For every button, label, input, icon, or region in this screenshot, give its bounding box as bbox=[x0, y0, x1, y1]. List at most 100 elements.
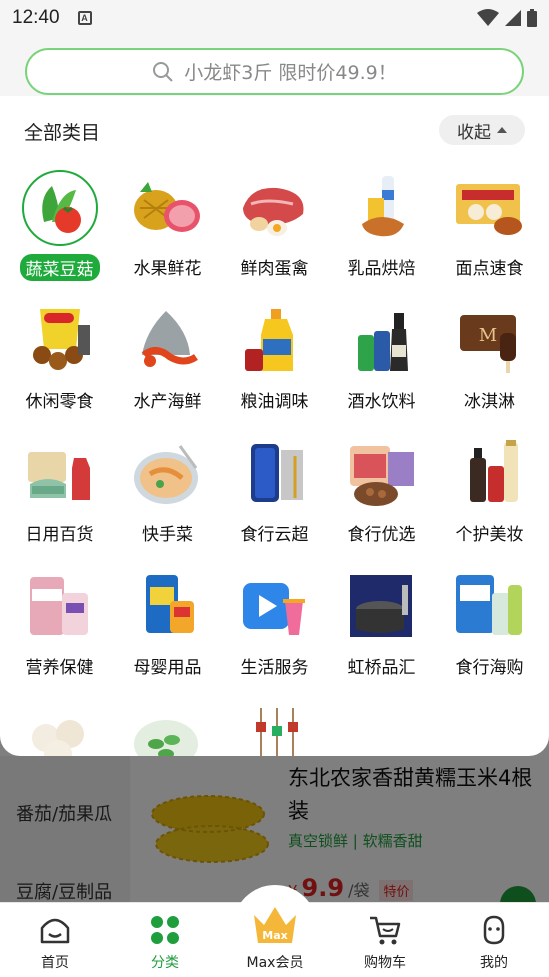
svg-text:M: M bbox=[478, 325, 496, 346]
nav-category[interactable]: 分类 bbox=[110, 903, 220, 977]
category-label: 日用百货 bbox=[25, 525, 94, 545]
nav-label: 我的 bbox=[480, 955, 508, 971]
nav-profile[interactable]: 我的 bbox=[439, 903, 549, 977]
category-item-partial-2[interactable] bbox=[114, 700, 221, 756]
category-item-cloud-supermarket[interactable]: 食行云超 bbox=[221, 434, 328, 567]
beans-icon bbox=[130, 702, 206, 756]
seafood-icon bbox=[130, 303, 206, 379]
selected-goods-icon bbox=[344, 436, 420, 512]
category-item-noodles[interactable]: 面点速食 bbox=[436, 168, 543, 301]
status-time: 12:40 bbox=[12, 7, 60, 28]
category-item-household[interactable]: 日用百货 bbox=[6, 434, 113, 567]
notification-a-icon: A bbox=[77, 11, 92, 25]
category-label: 粮油调味 bbox=[240, 392, 309, 412]
baby-products-icon bbox=[130, 569, 206, 645]
category-label: 食行云超 bbox=[240, 525, 309, 545]
cooker-icon bbox=[344, 569, 420, 645]
category-label: 营养保健 bbox=[25, 658, 94, 678]
category-label: 快手菜 bbox=[142, 525, 193, 545]
category-label: 个护美妆 bbox=[455, 525, 524, 545]
category-item-personal-care[interactable]: 个护美妆 bbox=[436, 434, 543, 567]
drinks-icon bbox=[344, 303, 420, 379]
nav-max-member[interactable]: Max Max会员 bbox=[220, 903, 330, 977]
skewers-icon bbox=[237, 702, 313, 756]
category-label: 酒水饮料 bbox=[347, 392, 416, 412]
bottom-nav: 首页 分类 Max Max会员 购物车 我的 bbox=[0, 885, 549, 977]
profile-icon bbox=[476, 913, 512, 947]
category-item-selected-goods[interactable]: 食行优选 bbox=[328, 434, 435, 567]
category-item-fruit[interactable]: 水果鲜花 bbox=[114, 168, 221, 301]
fruit-icon bbox=[130, 170, 206, 246]
category-label: 食行海购 bbox=[455, 658, 524, 678]
bun-package-icon bbox=[452, 170, 528, 246]
nav-home[interactable]: 首页 bbox=[0, 903, 110, 977]
category-label: 水果鲜花 bbox=[133, 259, 202, 279]
home-icon bbox=[37, 913, 73, 947]
category-item-snacks[interactable]: 休闲零食 bbox=[6, 301, 113, 434]
nav-label: 分类 bbox=[151, 955, 179, 971]
household-icon bbox=[22, 436, 98, 512]
category-label: 蔬菜豆菇 bbox=[19, 254, 100, 281]
category-label: 水产海鲜 bbox=[133, 392, 202, 412]
category-item-dairy[interactable]: 乳品烘焙 bbox=[328, 168, 435, 301]
search-input[interactable]: 小龙虾3斤 限时价49.9！ bbox=[25, 48, 524, 95]
max-badge-text: Max bbox=[262, 929, 287, 942]
status-bar: 12:40 A bbox=[0, 0, 549, 36]
nav-cart[interactable]: 购物车 bbox=[330, 903, 440, 977]
category-item-partial-3[interactable] bbox=[221, 700, 328, 756]
life-service-icon bbox=[237, 569, 313, 645]
search-placeholder: 小龙虾3斤 限时价49.9！ bbox=[184, 62, 397, 84]
category-label: 食行优选 bbox=[347, 525, 416, 545]
search-area: 小龙虾3斤 限时价49.9！ bbox=[0, 36, 549, 98]
signal-icon bbox=[505, 10, 521, 26]
category-item-life-service[interactable]: 生活服务 bbox=[221, 567, 328, 700]
category-item-overseas[interactable]: 食行海购 bbox=[436, 567, 543, 700]
category-panel: 全部类目 收起 蔬菜豆菇 水果鲜花 鲜肉蛋禽 乳品烘焙 面点速食 休闲零食 水产… bbox=[0, 96, 549, 756]
meat-icon bbox=[237, 170, 313, 246]
vegetable-icon bbox=[21, 170, 98, 246]
category-label: 母婴用品 bbox=[133, 658, 202, 678]
max-crown-icon: Max bbox=[250, 903, 300, 947]
collapse-button[interactable]: 收起 bbox=[439, 115, 525, 145]
supplement-icon bbox=[22, 569, 98, 645]
category-item-vegetables[interactable]: 蔬菜豆菇 bbox=[6, 168, 113, 301]
wifi-icon bbox=[477, 9, 499, 26]
category-label: 鲜肉蛋禽 bbox=[240, 259, 309, 279]
category-icon bbox=[147, 913, 183, 947]
ice-cream-icon: M bbox=[452, 303, 528, 379]
category-item-drinks[interactable]: 酒水饮料 bbox=[328, 301, 435, 434]
category-label: 冰淇淋 bbox=[464, 392, 515, 412]
dairy-icon bbox=[344, 170, 420, 246]
battery-icon bbox=[527, 9, 537, 27]
caret-up-icon bbox=[497, 127, 507, 133]
category-label: 生活服务 bbox=[240, 658, 309, 678]
category-item-hongqiao[interactable]: 虹桥品汇 bbox=[328, 567, 435, 700]
category-item-baby[interactable]: 母婴用品 bbox=[114, 567, 221, 700]
category-item-quick-dish[interactable]: 快手菜 bbox=[114, 434, 221, 567]
panel-title: 全部类目 bbox=[24, 122, 101, 144]
category-label: 面点速食 bbox=[455, 259, 524, 279]
cosmetics-icon bbox=[452, 436, 528, 512]
status-indicators bbox=[477, 9, 537, 27]
category-item-meat[interactable]: 鲜肉蛋禽 bbox=[221, 168, 328, 301]
dumpling-icon bbox=[22, 702, 98, 756]
cart-icon bbox=[367, 913, 403, 947]
nav-label: 购物车 bbox=[364, 955, 406, 971]
category-label: 虹桥品汇 bbox=[347, 658, 416, 678]
collapse-label: 收起 bbox=[457, 122, 491, 143]
category-item-nutrition[interactable]: 营养保健 bbox=[6, 567, 113, 700]
nav-label: Max会员 bbox=[246, 955, 304, 971]
overseas-goods-icon bbox=[452, 569, 528, 645]
category-label: 乳品烘焙 bbox=[347, 259, 416, 279]
category-item-partial-1[interactable] bbox=[6, 700, 113, 756]
category-label: 休闲零食 bbox=[25, 392, 94, 412]
quick-dish-icon bbox=[130, 436, 206, 512]
category-item-grain-oil[interactable]: 粮油调味 bbox=[221, 301, 328, 434]
category-item-ice-cream[interactable]: M 冰淇淋 bbox=[436, 301, 543, 434]
nav-label: 首页 bbox=[41, 955, 69, 971]
snack-icon bbox=[22, 303, 98, 379]
oil-bottle-icon bbox=[237, 303, 313, 379]
category-item-seafood[interactable]: 水产海鲜 bbox=[114, 301, 221, 434]
phone-icon bbox=[237, 436, 313, 512]
search-icon bbox=[153, 61, 173, 82]
